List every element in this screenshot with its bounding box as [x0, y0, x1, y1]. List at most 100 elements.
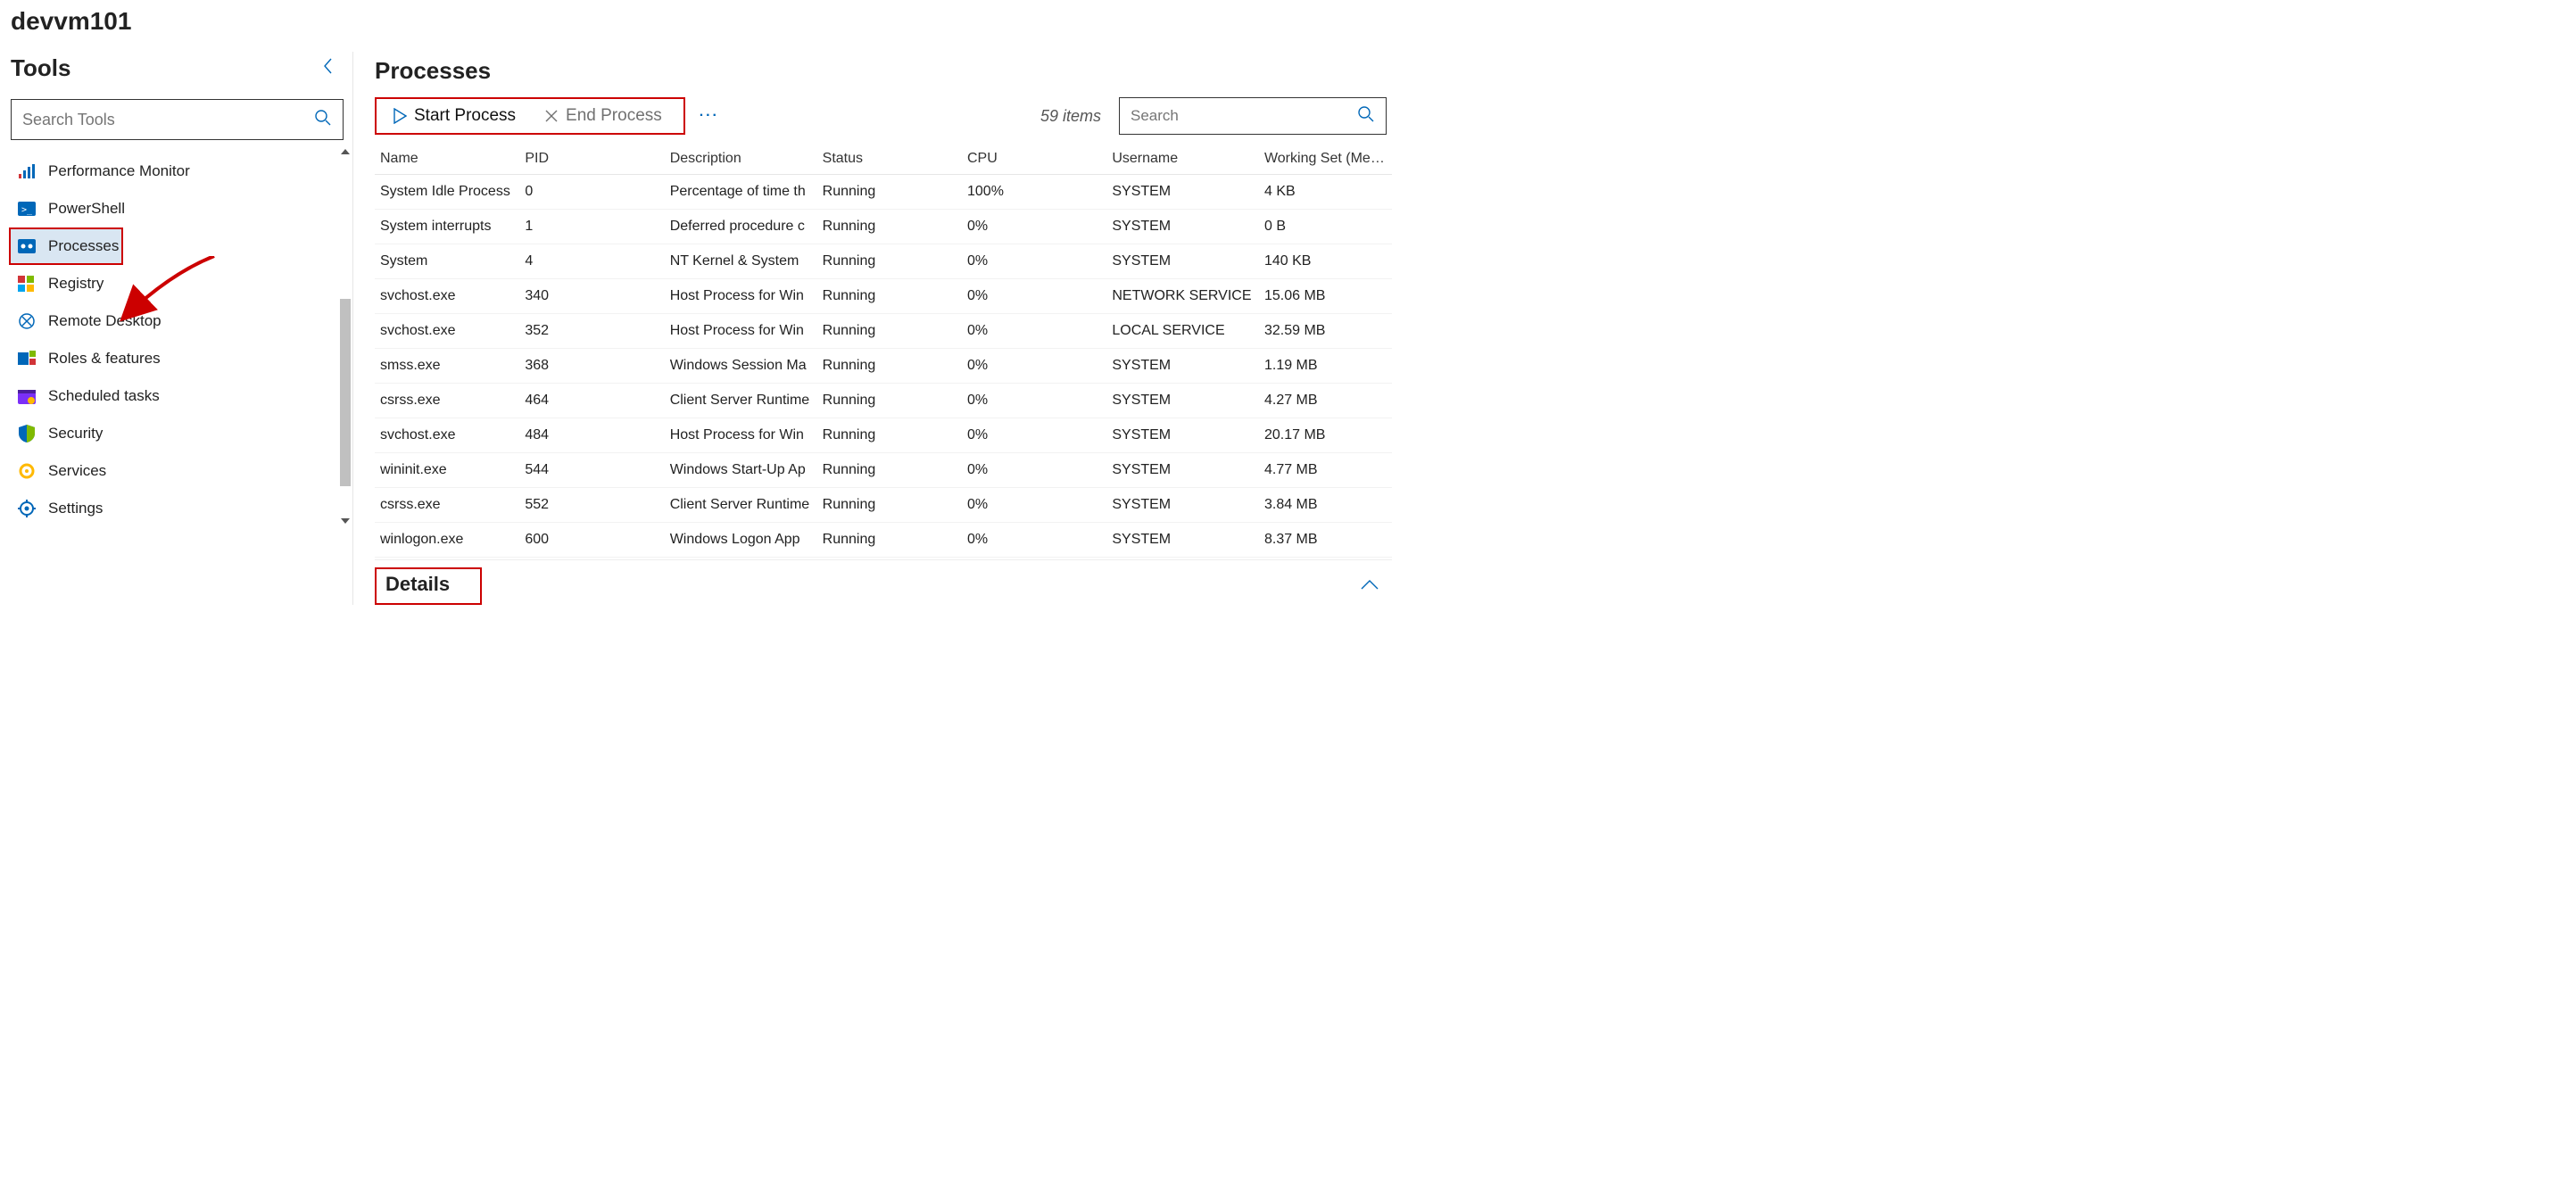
table-row[interactable]: smss.exe368Windows Session MaRunning0%SY…: [375, 349, 1392, 384]
cell-name: csrss.exe: [375, 384, 519, 418]
end-process-label: End Process: [566, 106, 662, 126]
cell-desc: Client Server Runtime: [665, 488, 817, 523]
svg-text:>_: >_: [21, 205, 33, 215]
tools-title: Tools: [11, 54, 70, 82]
sidebar-item-roles-features[interactable]: Roles & features: [9, 340, 335, 377]
details-panel-header[interactable]: Details: [375, 567, 482, 605]
cell-status: Running: [817, 488, 962, 523]
cell-ws: 4.27 MB: [1259, 384, 1392, 418]
cell-desc: Windows Session Ma: [665, 349, 817, 384]
cell-ws: 20.17 MB: [1259, 418, 1392, 453]
cell-pid: 1: [519, 210, 664, 244]
cell-status: Running: [817, 384, 962, 418]
sidebar-item-label: Settings: [48, 500, 103, 517]
end-process-button[interactable]: End Process: [530, 101, 676, 131]
col-username[interactable]: Username: [1106, 144, 1259, 175]
chevron-up-icon: [1360, 578, 1379, 591]
cell-cpu: 0%: [962, 384, 1106, 418]
table-row[interactable]: wininit.exe544Windows Start-Up ApRunning…: [375, 453, 1392, 488]
cell-name: System Idle Process: [375, 175, 519, 210]
page-title: Processes: [375, 52, 1392, 94]
table-row[interactable]: csrss.exe552Client Server RuntimeRunning…: [375, 488, 1392, 523]
settings-icon: [18, 500, 36, 517]
cell-pid: 484: [519, 418, 664, 453]
scheduled-tasks-icon: [18, 387, 36, 405]
expand-details-button[interactable]: [1360, 578, 1379, 595]
sidebar-item-scheduled-tasks[interactable]: Scheduled tasks: [9, 377, 335, 415]
sidebar-item-remote-desktop[interactable]: Remote Desktop: [9, 302, 335, 340]
cell-user: SYSTEM: [1106, 453, 1259, 488]
remote-desktop-icon: [18, 312, 36, 330]
col-description[interactable]: Description: [665, 144, 817, 175]
cell-name: svchost.exe: [375, 279, 519, 314]
cell-desc: Windows Logon App: [665, 523, 817, 558]
cell-ws: 1.19 MB: [1259, 349, 1392, 384]
table-row[interactable]: svchost.exe352Host Process for WinRunnin…: [375, 314, 1392, 349]
cell-pid: 0: [519, 175, 664, 210]
search-tools-input-wrapper[interactable]: [11, 99, 344, 140]
table-row[interactable]: System Idle Process0Percentage of time t…: [375, 175, 1392, 210]
sidebar-item-label: Services: [48, 462, 106, 480]
sidebar-item-settings[interactable]: Settings: [9, 490, 335, 527]
sidebar-item-security[interactable]: Security: [9, 415, 335, 452]
close-icon: [544, 109, 559, 123]
processes-icon: [18, 237, 36, 255]
cell-status: Running: [817, 175, 962, 210]
more-actions-button[interactable]: ···: [700, 108, 719, 124]
services-icon: [18, 462, 36, 480]
cell-cpu: 0%: [962, 279, 1106, 314]
col-name[interactable]: Name: [375, 144, 519, 175]
cell-cpu: 0%: [962, 453, 1106, 488]
cell-name: winlogon.exe: [375, 523, 519, 558]
cell-user: SYSTEM: [1106, 384, 1259, 418]
registry-icon: [18, 275, 36, 293]
cell-pid: 368: [519, 349, 664, 384]
cell-user: SYSTEM: [1106, 349, 1259, 384]
col-working-set[interactable]: Working Set (Me…: [1259, 144, 1392, 175]
process-action-toolbar: Start Process End Process: [375, 97, 685, 135]
sidebar-item-registry[interactable]: Registry: [9, 265, 335, 302]
search-tools-input[interactable]: [22, 111, 314, 129]
sidebar-item-performance-monitor[interactable]: Performance Monitor: [9, 153, 335, 190]
cell-desc: Client Server Runtime: [665, 384, 817, 418]
sidebar-item-label: PowerShell: [48, 200, 125, 218]
collapse-sidebar-button[interactable]: [313, 52, 344, 85]
sidebar-item-powershell[interactable]: >_ PowerShell: [9, 190, 335, 227]
table-row[interactable]: winlogon.exe600Windows Logon AppRunning0…: [375, 523, 1392, 558]
table-row[interactable]: System4NT Kernel & SystemRunning0%SYSTEM…: [375, 244, 1392, 279]
perf-monitor-icon: [18, 162, 36, 180]
sidebar-item-label: Roles & features: [48, 350, 161, 368]
search-icon: [314, 109, 332, 131]
chevron-left-icon: [322, 57, 335, 75]
sidebar-item-processes[interactable]: Processes: [9, 227, 123, 265]
roles-features-icon: [18, 350, 36, 368]
cell-status: Running: [817, 349, 962, 384]
security-icon: [18, 425, 36, 442]
table-row[interactable]: svchost.exe484Host Process for WinRunnin…: [375, 418, 1392, 453]
col-pid[interactable]: PID: [519, 144, 664, 175]
scroll-up-icon[interactable]: [341, 149, 350, 154]
scrollbar-thumb[interactable]: [340, 299, 351, 486]
cell-pid: 600: [519, 523, 664, 558]
cell-user: SYSTEM: [1106, 488, 1259, 523]
scroll-down-icon[interactable]: [341, 518, 350, 524]
sidebar-item-label: Scheduled tasks: [48, 387, 160, 405]
search-processes-input[interactable]: [1131, 107, 1357, 125]
search-processes-wrapper[interactable]: [1119, 97, 1387, 135]
start-process-button[interactable]: Start Process: [378, 101, 530, 131]
cell-cpu: 100%: [962, 175, 1106, 210]
cell-ws: 15.06 MB: [1259, 279, 1392, 314]
cell-user: SYSTEM: [1106, 523, 1259, 558]
table-row[interactable]: System interrupts1Deferred procedure cRu…: [375, 210, 1392, 244]
main-panel: Processes Start Process End Process ··· …: [353, 52, 1392, 605]
cell-pid: 544: [519, 453, 664, 488]
table-row[interactable]: csrss.exe464Client Server RuntimeRunning…: [375, 384, 1392, 418]
cell-name: System interrupts: [375, 210, 519, 244]
col-status[interactable]: Status: [817, 144, 962, 175]
cell-cpu: 0%: [962, 210, 1106, 244]
cell-cpu: 0%: [962, 314, 1106, 349]
sidebar-scrollbar[interactable]: [338, 147, 352, 527]
sidebar-item-services[interactable]: Services: [9, 452, 335, 490]
table-row[interactable]: svchost.exe340Host Process for WinRunnin…: [375, 279, 1392, 314]
col-cpu[interactable]: CPU: [962, 144, 1106, 175]
